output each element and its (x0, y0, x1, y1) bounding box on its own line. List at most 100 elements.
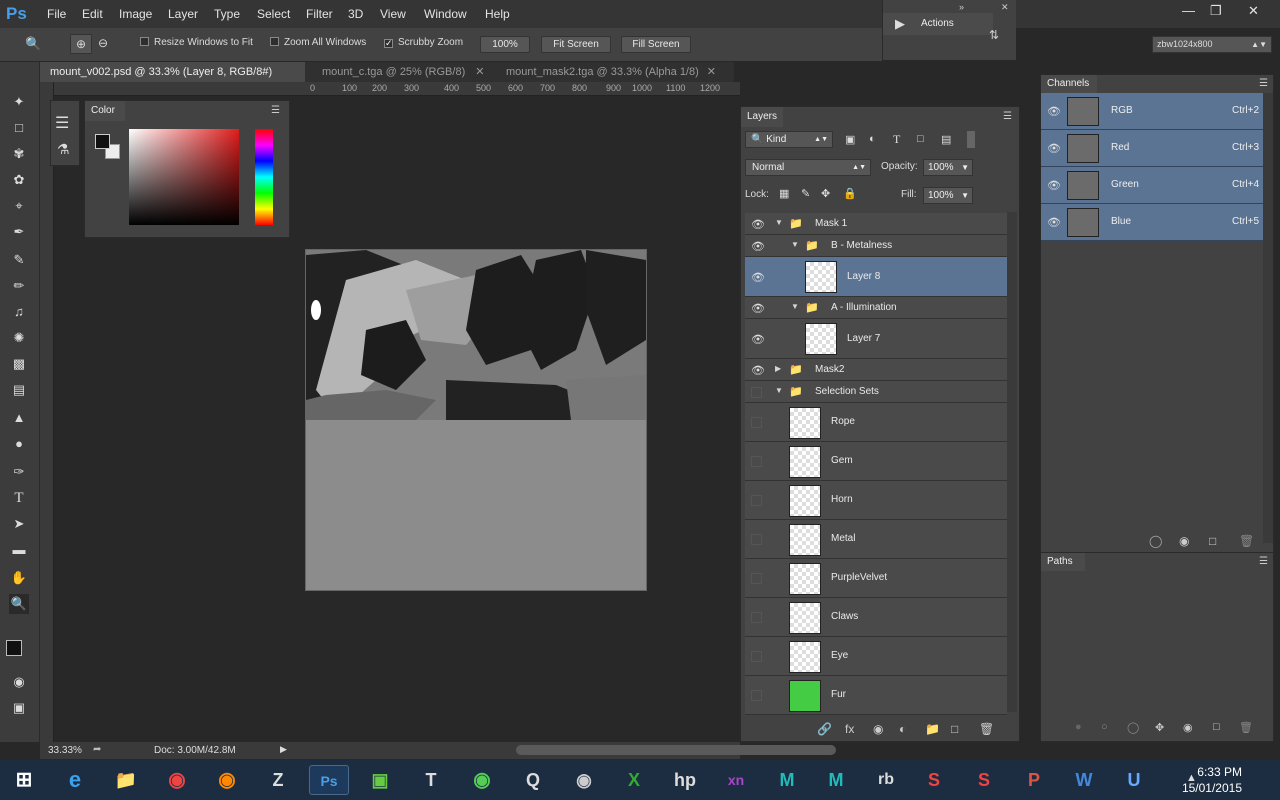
channels-panel-title[interactable]: Channels (1041, 75, 1097, 93)
word-icon[interactable]: W (1064, 765, 1104, 795)
expand-arrow-icon[interactable]: ▼ (775, 218, 783, 227)
layer-row-fur[interactable]: Fur (745, 676, 1007, 715)
xn-icon[interactable]: xn (716, 765, 756, 795)
hand-tool-icon[interactable]: ✋ (9, 568, 29, 588)
fit-screen-button[interactable]: Fit Screen (541, 36, 611, 53)
layer-row-gem[interactable]: Gem (745, 442, 1007, 481)
menu-window[interactable]: Window (424, 7, 467, 21)
ie-icon[interactable]: e (55, 765, 95, 795)
hue-slider[interactable] (255, 129, 273, 225)
opacity-field[interactable]: 100% ▼ (923, 159, 973, 176)
type-tool-icon[interactable]: T (9, 488, 29, 508)
menu-view[interactable]: View (380, 7, 406, 21)
rb-icon[interactable]: rb (866, 765, 906, 795)
layer-row-layer-7[interactable]: 👁 Layer 7 (745, 319, 1007, 359)
color-field[interactable] (129, 129, 239, 225)
collapse-arrow-icon[interactable]: ▶ (775, 364, 781, 373)
menu-image[interactable]: Image (119, 7, 152, 21)
menu-file[interactable]: File (47, 7, 66, 21)
visibility-toggle[interactable] (751, 534, 762, 545)
excel-icon[interactable]: X (614, 765, 654, 795)
visibility-toggle[interactable] (751, 495, 762, 506)
topogun-icon[interactable]: T (411, 765, 451, 795)
link-layers-icon[interactable]: 🔗 (817, 722, 832, 736)
filter-adjust-icon[interactable]: ◐ (869, 133, 876, 145)
brush-preset-icon[interactable]: ☰ (55, 113, 69, 133)
delete-path-icon[interactable]: 🗑 (1239, 721, 1253, 734)
load-path-icon[interactable]: ◯ (1127, 721, 1139, 734)
eyedropper-tool-icon[interactable]: ✒ (9, 222, 29, 242)
delete-layer-icon[interactable]: 🗑 (979, 722, 994, 736)
visibility-toggle[interactable] (751, 456, 762, 467)
adjustment-layer-icon[interactable]: ◐ (899, 722, 906, 736)
menu-edit[interactable]: Edit (82, 7, 103, 21)
lasso-tool-icon[interactable]: ✾ (9, 144, 29, 164)
path-select-icon[interactable]: ➤ (9, 514, 29, 534)
layer-row-layer-8[interactable]: 👁 Layer 8 (745, 257, 1007, 297)
tab-mount-c[interactable]: mount_c.tga @ 25% (RGB/8) ✕ (312, 62, 495, 82)
visibility-eye-icon[interactable]: 👁 (1047, 216, 1061, 229)
visibility-eye-icon[interactable]: 👁 (1047, 105, 1061, 118)
visibility-eye-icon[interactable]: 👁 (1047, 179, 1061, 192)
status-menu-icon[interactable]: ▶ (280, 744, 287, 755)
layer-row-horn[interactable]: Horn (745, 481, 1007, 520)
expand-arrow-icon[interactable]: ▼ (775, 386, 783, 395)
panel-menu-icon[interactable]: ☰ (271, 105, 280, 116)
new-layer-icon[interactable]: □ (951, 722, 958, 736)
layer-group-b-metalness[interactable]: 👁 ▼ 📁 B - Metalness (745, 235, 1007, 257)
new-channel-icon[interactable]: □ (1209, 534, 1216, 548)
filter-shape-icon[interactable]: □ (917, 133, 924, 145)
filter-toggle[interactable] (967, 131, 975, 148)
menu-select[interactable]: Select (257, 7, 290, 21)
fill-field[interactable]: 100% ▼ (923, 187, 973, 204)
delete-channel-icon[interactable]: 🗑 (1239, 534, 1254, 548)
lock-all-icon[interactable]: 🔒 (843, 187, 857, 200)
menu-filter[interactable]: Filter (306, 7, 333, 21)
menu-3d[interactable]: 3D (348, 7, 363, 21)
workspace-select[interactable]: zbw1024x800 ▲▼ (1152, 36, 1272, 53)
blend-mode-select[interactable]: Normal ▲▼ (745, 159, 871, 176)
visibility-toggle[interactable] (751, 612, 762, 623)
layer-filter-kind[interactable]: 🔍 Kind ▲▼ (745, 131, 833, 148)
app-q-icon[interactable]: Q (513, 765, 553, 795)
panel-options-icon[interactable]: ⇅ (989, 28, 999, 42)
restore-icon[interactable]: ❐ (1210, 3, 1222, 19)
layer-row-rope[interactable]: Rope (745, 403, 1007, 442)
save-selection-icon[interactable]: ◉ (1179, 534, 1189, 548)
start-icon[interactable]: ⊞ (4, 765, 44, 795)
screen-mode-icon[interactable]: ▣ (9, 698, 29, 718)
substance-painter-icon[interactable]: S (964, 765, 1004, 795)
layer-group-mask2[interactable]: 👁 ▶ 📁 Mask2 (745, 359, 1007, 381)
visibility-toggle[interactable] (751, 417, 762, 428)
load-selection-icon[interactable]: ◯ (1149, 534, 1162, 548)
filter-type-icon[interactable]: T (893, 132, 900, 147)
visibility-eye-icon[interactable]: 👁 (1047, 142, 1061, 155)
expand-arrow-icon[interactable]: ▼ (791, 240, 799, 249)
channel-row-green[interactable]: 👁 Green Ctrl+4 (1041, 167, 1263, 204)
quick-select-icon[interactable]: ✿ (9, 170, 29, 190)
zoom-all-windows-checkbox[interactable]: Zoom All Windows (270, 37, 366, 48)
panel-menu-icon[interactable]: ☰ (1259, 78, 1268, 89)
scrubby-zoom-checkbox[interactable]: ✓ Scrubby Zoom (384, 37, 463, 48)
filter-image-icon[interactable]: ▣ (845, 133, 855, 146)
zoom-tool-selected-icon[interactable]: 🔍 (9, 594, 29, 614)
menu-help[interactable]: Help (485, 7, 510, 21)
unreal-icon[interactable]: U (1114, 765, 1154, 795)
zbrush-icon[interactable]: Z (258, 765, 298, 795)
zoom-100-button[interactable]: 100% (480, 36, 530, 53)
menu-layer[interactable]: Layer (168, 7, 198, 21)
app-icon[interactable]: ▣ (360, 765, 400, 795)
visibility-eye-icon[interactable]: 👁 (751, 271, 765, 284)
chrome-icon[interactable]: ◉ (157, 765, 197, 795)
hp-icon[interactable]: hp (665, 765, 705, 795)
visibility-eye-icon[interactable]: 👁 (751, 333, 765, 346)
layers-panel-title[interactable]: Layers (741, 107, 784, 127)
expand-arrow-icon[interactable]: ▼ (791, 302, 799, 311)
substance-designer-icon[interactable]: S (914, 765, 954, 795)
fx-icon[interactable]: fx (845, 722, 854, 736)
layer-row-claws[interactable]: Claws (745, 598, 1007, 637)
taskbar-clock[interactable]: 6:33 PM 15/01/2015 (1182, 764, 1242, 796)
lock-pixels-icon[interactable]: ✎ (801, 187, 810, 200)
zoom-out-icon[interactable]: ⊖ (98, 36, 108, 50)
firefox-icon[interactable]: ◉ (207, 765, 247, 795)
